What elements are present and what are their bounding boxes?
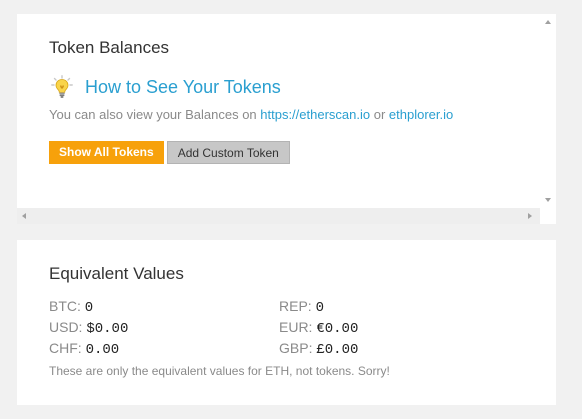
- rep-value: REP: 0: [279, 298, 509, 316]
- equivalent-values-panel: Equivalent Values BTC: 0 REP: 0 USD: $0.…: [17, 240, 556, 405]
- scroll-right-arrow-icon[interactable]: [528, 213, 532, 219]
- vertical-scrollbar[interactable]: [540, 14, 556, 208]
- horizontal-scrollbar[interactable]: [17, 208, 540, 224]
- or-text: or: [370, 107, 389, 122]
- scroll-down-arrow-icon[interactable]: [545, 198, 551, 202]
- token-balances-content: Token Balances How to See Your Tokens Yo…: [17, 14, 540, 208]
- token-balances-title: Token Balances: [49, 38, 170, 57]
- balances-prefix-text: You can also view your Balances on: [49, 107, 261, 122]
- ethplorer-link[interactable]: ethplorer.io: [389, 107, 453, 122]
- btc-label: BTC:: [49, 297, 85, 314]
- usd-label: USD:: [49, 318, 87, 335]
- show-all-tokens-button[interactable]: Show All Tokens: [49, 141, 164, 164]
- howto-link[interactable]: How to See Your Tokens: [85, 77, 281, 98]
- btc-value: BTC: 0: [49, 298, 279, 316]
- eur-amount: €0.00: [316, 320, 359, 337]
- eur-value: EUR: €0.00: [279, 319, 509, 337]
- chf-label: CHF:: [49, 339, 86, 356]
- value-row: CHF: 0.00 GBP: £0.00: [49, 338, 509, 359]
- equivalent-values-note: These are only the equivalent values for…: [49, 364, 390, 378]
- chf-amount: 0.00: [85, 341, 120, 358]
- rep-label: REP:: [279, 297, 316, 314]
- howto-row: How to See Your Tokens: [51, 75, 281, 99]
- value-row: USD: $0.00 EUR: €0.00: [49, 317, 509, 338]
- etherscan-link[interactable]: https://etherscan.io: [260, 107, 370, 122]
- lightbulb-icon: [51, 75, 73, 99]
- usd-value: USD: $0.00: [49, 319, 279, 337]
- equivalent-values-grid: BTC: 0 REP: 0 USD: $0.00 EUR: €0.00 CHF:…: [49, 296, 509, 359]
- gbp-value: GBP: £0.00: [279, 340, 509, 358]
- btc-amount: 0: [84, 299, 94, 316]
- token-balances-panel: Token Balances How to See Your Tokens Yo…: [17, 14, 556, 224]
- rep-amount: 0: [315, 299, 324, 316]
- scrollbar-corner: [540, 208, 556, 224]
- scroll-up-arrow-icon[interactable]: [545, 20, 551, 24]
- gbp-label: GBP:: [279, 339, 317, 356]
- usd-amount: $0.00: [86, 320, 129, 337]
- equivalent-values-title: Equivalent Values: [49, 264, 184, 283]
- view-balances-line: You can also view your Balances on https…: [49, 107, 453, 122]
- gbp-amount: £0.00: [316, 341, 359, 358]
- scroll-left-arrow-icon[interactable]: [22, 213, 26, 219]
- eur-label: EUR:: [279, 318, 317, 335]
- chf-value: CHF: 0.00: [49, 340, 279, 358]
- token-buttons: Show All Tokens Add Custom Token: [49, 141, 290, 164]
- value-row: BTC: 0 REP: 0: [49, 296, 509, 317]
- add-custom-token-button[interactable]: Add Custom Token: [166, 141, 290, 164]
